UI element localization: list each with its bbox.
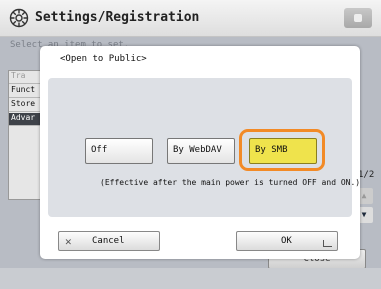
status-bar xyxy=(0,268,381,289)
cancel-label: Cancel xyxy=(92,236,125,246)
close-icon: ✕ xyxy=(65,235,72,248)
option-off-button[interactable]: Off xyxy=(85,138,153,164)
page-title: Settings/Registration xyxy=(35,10,200,25)
option-webdav-button[interactable]: By WebDAV xyxy=(167,138,235,164)
ok-label: OK xyxy=(281,236,292,246)
home-icon xyxy=(354,14,362,22)
gear-icon xyxy=(9,8,29,28)
open-to-public-dialog: <Open to Public> Off By WebDAV By SMB (E… xyxy=(40,46,360,259)
restart-note: (Effective after the main power is turne… xyxy=(100,178,361,187)
enter-icon xyxy=(323,240,332,247)
header-bar: Settings/Registration xyxy=(0,0,381,37)
selection-highlight-ring xyxy=(239,129,325,171)
home-button[interactable] xyxy=(344,8,372,28)
cancel-button[interactable]: ✕ Cancel xyxy=(58,231,160,251)
dialog-title: <Open to Public> xyxy=(60,54,147,64)
ok-button[interactable]: OK xyxy=(236,231,338,251)
page-indicator: 1/2 xyxy=(358,170,375,180)
